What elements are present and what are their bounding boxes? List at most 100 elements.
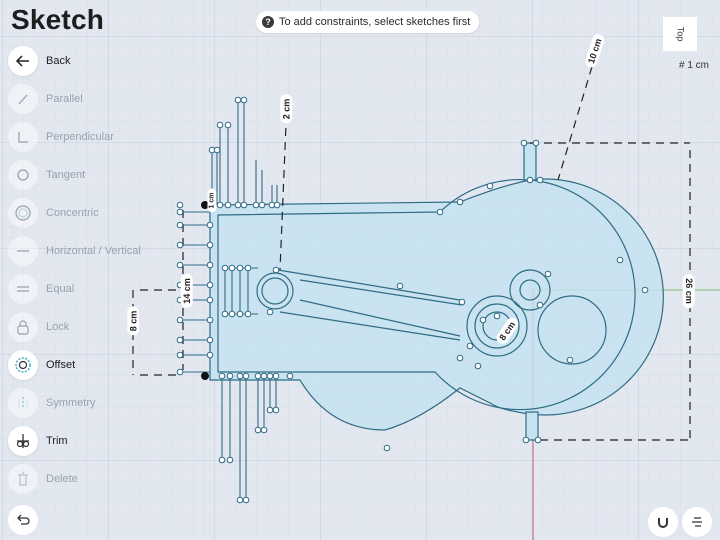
dimension-label[interactable]: 2 cm [280,94,293,124]
sketch-point[interactable] [526,176,534,184]
sketch-point[interactable] [176,316,184,324]
sketch-point[interactable] [216,201,224,209]
sketch-point[interactable] [234,96,242,104]
snap-magnet-button[interactable] [648,507,678,537]
tool-lock[interactable]: Lock [8,311,69,343]
sketch-point[interactable] [244,264,252,272]
sketch-point[interactable] [544,270,552,278]
sketch-point[interactable] [224,121,232,129]
sketch-point[interactable] [224,201,232,209]
back-button[interactable]: Back [8,45,70,77]
sketch-point[interactable] [260,372,268,380]
dimension-label[interactable]: 14 cm [180,274,193,308]
sketch-point[interactable] [536,176,544,184]
sketch-point[interactable] [206,316,214,324]
sketch-point[interactable] [206,221,214,229]
sketch-point[interactable] [240,201,248,209]
sketch-point[interactable] [176,208,184,216]
sketch-point[interactable] [534,436,542,444]
sketch-point[interactable] [176,261,184,269]
sketch-point[interactable] [236,496,244,504]
sketch-point[interactable] [176,201,184,209]
sketch-point[interactable] [383,444,391,452]
sketch-point[interactable] [458,298,466,306]
dimension-label[interactable]: 8 cm [127,306,140,336]
sketch-point[interactable] [493,312,501,320]
menu-button[interactable] [682,507,712,537]
sketch-point[interactable] [221,310,229,318]
sketch-point[interactable] [242,372,250,380]
undo-button[interactable] [8,505,38,535]
sketch-point[interactable] [566,356,574,364]
sketch-point[interactable] [176,221,184,229]
sketch-point[interactable] [641,286,649,294]
sketch-point[interactable] [221,264,229,272]
sketch-point[interactable] [236,264,244,272]
tool-trim[interactable]: Trim [8,425,68,457]
tool-offset[interactable]: Offset [8,349,75,381]
sketch-point[interactable] [466,342,474,350]
sketch-point[interactable] [236,310,244,318]
sketch-point[interactable] [176,351,184,359]
sketch-point[interactable] [226,372,234,380]
view-cube[interactable]: Top [663,17,697,51]
sketch-point[interactable] [266,308,274,316]
sketch-point[interactable] [206,336,214,344]
sketch-point[interactable] [456,198,464,206]
sketch-point[interactable] [272,372,280,380]
sketch-point[interactable] [242,496,250,504]
sketch-canvas[interactable] [0,0,720,540]
sketch-point[interactable] [218,456,226,464]
tool-parallel[interactable]: Parallel [8,83,83,115]
sketch-point[interactable] [479,316,487,324]
sketch-point[interactable] [218,372,226,380]
anchor-point[interactable] [201,372,209,380]
sketch-point[interactable] [272,406,280,414]
sketch-point[interactable] [240,96,248,104]
tool-concentric[interactable]: Concentric [8,197,99,229]
tool-tangent[interactable]: Tangent [8,159,85,191]
dimension-label[interactable]: 1 cm [207,188,217,213]
sketch-point[interactable] [266,406,274,414]
sketch-point[interactable] [532,139,540,147]
sketch-point[interactable] [206,281,214,289]
sketch-point[interactable] [522,436,530,444]
sketch-point[interactable] [456,354,464,362]
sketch-point[interactable] [273,201,281,209]
sketch-point[interactable] [206,296,214,304]
sketch-point[interactable] [536,301,544,309]
sketch-body[interactable] [209,142,664,441]
sketch-point[interactable] [206,351,214,359]
sketch-point[interactable] [486,182,494,190]
tool-symmetry[interactable]: Symmetry [8,387,96,419]
sketch-point[interactable] [260,426,268,434]
sketch-point[interactable] [286,372,294,380]
sketch-point[interactable] [272,266,280,274]
sketch-point[interactable] [252,201,260,209]
sketch-point[interactable] [436,208,444,216]
sketch-point[interactable] [226,456,234,464]
sketch-point[interactable] [258,201,266,209]
tool-perpendicular[interactable]: Perpendicular [8,121,114,153]
tool-delete[interactable]: Delete [8,463,78,495]
sketch-point[interactable] [254,372,262,380]
sketch-point[interactable] [254,426,262,434]
sketch-point[interactable] [520,139,528,147]
sketch-point[interactable] [244,310,252,318]
sketch-point[interactable] [234,201,242,209]
sketch-point[interactable] [474,362,482,370]
sketch-point[interactable] [396,282,404,290]
sketch-point[interactable] [206,241,214,249]
sketch-point[interactable] [213,146,221,154]
sketch-point[interactable] [616,256,624,264]
dimension-label[interactable]: 26 cm [682,274,695,308]
sketch-point[interactable] [216,121,224,129]
sketch-point[interactable] [206,261,214,269]
sketch-point[interactable] [176,241,184,249]
sketch-point[interactable] [266,372,274,380]
sketch-point[interactable] [176,368,184,376]
sketch-point[interactable] [236,372,244,380]
sketch-point[interactable] [228,264,236,272]
tool-horizontal-vertical[interactable]: Horizontal / Vertical [8,235,141,267]
tool-equal[interactable]: Equal [8,273,74,305]
